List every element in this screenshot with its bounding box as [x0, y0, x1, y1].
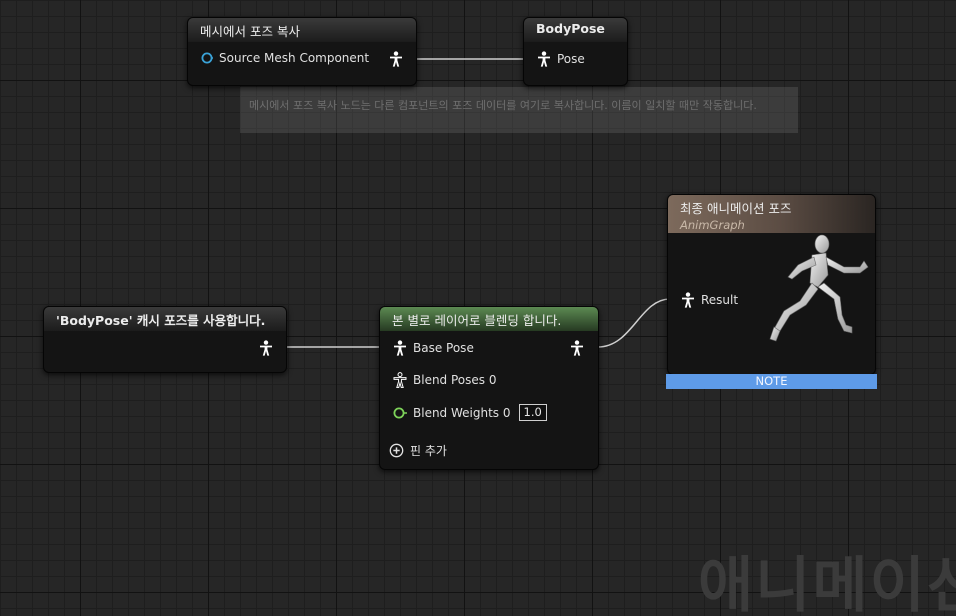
add-pin-label: 핀 추가	[410, 444, 447, 458]
node-final-animation-pose[interactable]: 최종 애니메이션 포즈 AnimGraph Result	[667, 194, 876, 375]
pose-pin-icon	[571, 340, 583, 356]
blend-weight-input[interactable]: 1.0	[518, 404, 547, 421]
node-title: 메시에서 포즈 복사	[188, 18, 416, 42]
object-pin-icon	[201, 52, 213, 64]
pin-label: Pose	[557, 52, 585, 66]
pin-base-pose[interactable]: Base Pose	[393, 340, 474, 356]
add-circle-icon	[389, 443, 404, 458]
node-header: 최종 애니메이션 포즈 AnimGraph	[668, 195, 875, 233]
pose-pin-icon	[682, 292, 694, 308]
pin-blend-poses[interactable]: Blend Poses 0	[393, 372, 496, 388]
wire-blend-to-result[interactable]	[597, 298, 671, 348]
add-pin-button[interactable]: 핀 추가	[389, 442, 447, 459]
running-mannequin-icon	[769, 234, 869, 342]
node-body-pose[interactable]: BodyPose Pose	[523, 17, 628, 86]
graph-watermark: 애니메이션	[698, 551, 956, 616]
pose-pin-icon	[390, 51, 402, 67]
pin-pose-output[interactable]	[259, 340, 273, 356]
float-pin-icon	[393, 407, 407, 418]
pin-result[interactable]: Result	[681, 292, 738, 308]
pin-label: Blend Poses 0	[413, 373, 497, 387]
node-copy-pose-from-mesh[interactable]: 메시에서 포즈 복사 Source Mesh Component	[187, 17, 417, 86]
pose-pin-icon	[538, 51, 550, 67]
pin-pose-output[interactable]	[570, 340, 584, 356]
node-title: 본 별로 레이어로 블렌딩 합니다.	[380, 307, 598, 331]
node-comment: 메시에서 포즈 복사 노드는 다른 컴포넌트의 포즈 데이터를 여기로 복사합니…	[240, 87, 798, 133]
node-title: 'BodyPose' 캐시 포즈를 사용합니다.	[44, 307, 286, 331]
pin-label: Blend Weights 0	[413, 405, 511, 420]
pin-blend-weights[interactable]: Blend Weights 0 1.0	[393, 404, 547, 421]
pose-pin-icon	[394, 340, 406, 356]
node-title: BodyPose	[524, 18, 627, 42]
node-title: 최종 애니메이션 포즈	[680, 201, 792, 216]
pin-label: Base Pose	[413, 341, 474, 355]
node-layered-blend-per-bone[interactable]: 본 별로 레이어로 블렌딩 합니다. Base Pose Blend Poses…	[379, 306, 599, 470]
pose-pin-icon	[260, 340, 272, 356]
pin-label: Source Mesh Component	[219, 51, 370, 65]
pose-pin-outline-icon	[393, 372, 407, 388]
note-bar[interactable]: NOTE	[666, 374, 877, 389]
pin-pose-input[interactable]: Pose	[537, 51, 585, 67]
node-subtitle: AnimGraph	[680, 218, 745, 232]
pin-label: Result	[701, 293, 739, 307]
pin-source-mesh-component[interactable]: Source Mesh Component	[201, 51, 369, 65]
node-use-cached-pose[interactable]: 'BodyPose' 캐시 포즈를 사용합니다.	[43, 306, 287, 373]
pin-pose-output[interactable]	[389, 51, 403, 67]
